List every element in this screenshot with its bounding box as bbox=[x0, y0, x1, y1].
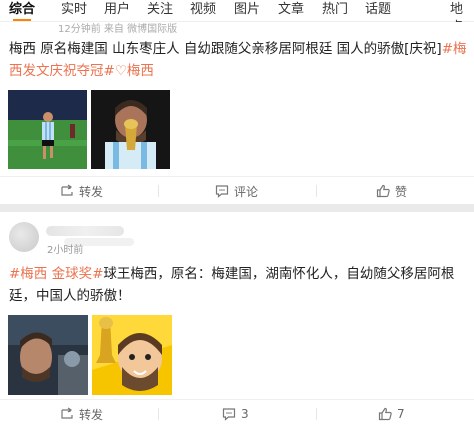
tab-places[interactable]: 地点 bbox=[450, 1, 474, 35]
post-meta: 12分钟前 来自 微博国际版 bbox=[58, 24, 178, 35]
like-count: 7 bbox=[397, 407, 405, 421]
tab-video[interactable]: 视频 bbox=[190, 1, 216, 21]
post-image-cartoon-trophy[interactable] bbox=[92, 315, 172, 395]
repost-button[interactable]: 转发 bbox=[60, 177, 103, 205]
weibo-post: 2小时前 #梅西 金球奖#球王梅西，原名：梅建国，湖南怀化人，自幼随父移居阿根 … bbox=[0, 212, 474, 434]
comment-icon bbox=[222, 408, 236, 421]
post-text-body: 廷，中国人的骄傲！ bbox=[9, 288, 131, 304]
tab-realtime[interactable]: 实时 bbox=[61, 1, 87, 21]
post-action-bar: 转发 评论 赞 bbox=[0, 176, 474, 204]
tab-articles[interactable]: 文章 bbox=[278, 1, 304, 21]
post-time: 2小时前 bbox=[47, 245, 84, 256]
tab-users[interactable]: 用户 bbox=[104, 1, 130, 21]
post-action-bar: 转发 3 7 bbox=[0, 399, 474, 427]
repost-button[interactable]: 转发 bbox=[60, 400, 103, 428]
comment-count: 3 bbox=[241, 407, 249, 421]
tab-images[interactable]: 图片 bbox=[234, 1, 260, 21]
hashtag-link[interactable]: #梅西 金球奖# bbox=[9, 266, 103, 282]
post-text-body: 球王梅西， bbox=[103, 266, 171, 282]
post-text: #梅西 金球奖#球王梅西，原名：梅建国，湖南怀化人，自幼随父移居阿根 廷，中国人… bbox=[9, 263, 454, 307]
tab-comprehensive[interactable]: 综合 bbox=[9, 1, 35, 21]
topic-link[interactable]: 梅西 bbox=[127, 63, 154, 79]
thumbs-up-icon bbox=[376, 184, 390, 198]
repost-icon bbox=[61, 407, 73, 419]
diamond-icon: ♡ bbox=[114, 63, 127, 79]
tab-hot[interactable]: 热门 bbox=[322, 1, 348, 21]
comment-icon bbox=[215, 185, 229, 198]
hashtag-link[interactable]: #梅 bbox=[442, 41, 467, 57]
like-button[interactable]: 赞 bbox=[376, 177, 407, 205]
like-button[interactable]: 7 bbox=[378, 400, 405, 428]
weibo-post: 12分钟前 来自 微博国际版 梅西 原名梅建国 山东枣庄人 自幼跟随父亲移居阿根… bbox=[0, 22, 474, 204]
post-text-body: 原名：梅建国，湖南怀化人，自幼随父移居阿根 bbox=[170, 266, 455, 282]
post-image-player-closeup[interactable] bbox=[8, 315, 88, 395]
post-text: 梅西 原名梅建国 山东枣庄人 自幼跟随父亲移居阿根廷 国人的骄傲[庆祝]#梅 西… bbox=[9, 38, 467, 82]
search-tabs: 综合 实时 用户 关注 视频 图片 文章 热门 话题 地点 bbox=[0, 0, 474, 35]
post-text-body: 梅西 原名梅建国 山东枣庄人 自幼跟随父亲移居阿根廷 国人的骄傲[庆祝] bbox=[9, 41, 442, 57]
comment-button[interactable]: 3 bbox=[222, 400, 249, 428]
like-label: 赞 bbox=[395, 184, 408, 199]
username-blurred[interactable] bbox=[46, 226, 124, 236]
post-image-player-running[interactable] bbox=[8, 90, 87, 169]
repost-label: 转发 bbox=[79, 407, 104, 422]
thumbs-up-icon bbox=[378, 407, 392, 421]
hashtag-link[interactable]: 西发文庆祝夺冠# bbox=[9, 63, 115, 79]
comment-button[interactable]: 评论 bbox=[215, 177, 258, 205]
comment-label: 评论 bbox=[234, 184, 259, 199]
repost-icon bbox=[61, 184, 73, 196]
tab-topics[interactable]: 话题 bbox=[365, 1, 391, 21]
avatar[interactable] bbox=[9, 222, 39, 252]
post-image-trophy-kiss[interactable] bbox=[91, 90, 170, 169]
tab-following[interactable]: 关注 bbox=[147, 1, 173, 21]
repost-label: 转发 bbox=[79, 184, 104, 199]
